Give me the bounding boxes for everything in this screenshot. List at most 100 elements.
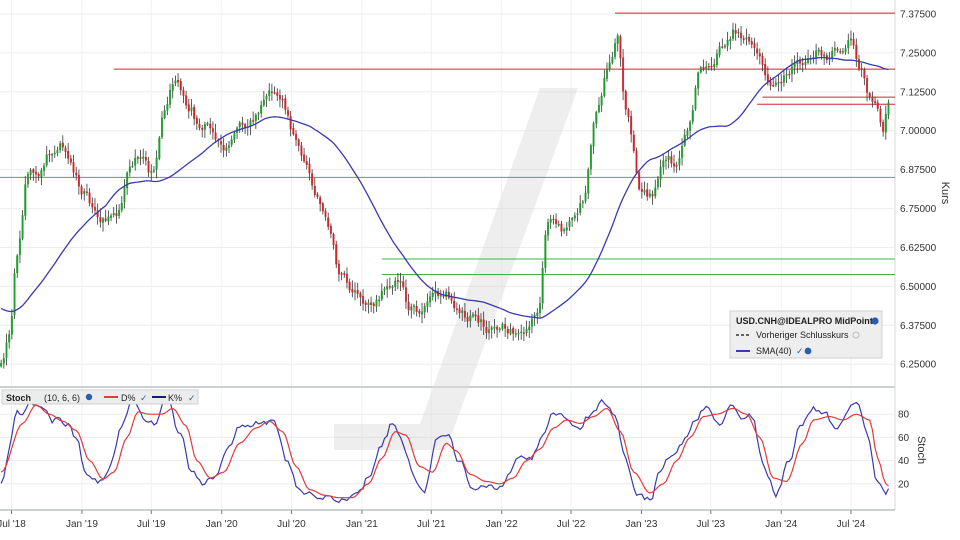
stoch-legend-d: D%	[121, 393, 136, 403]
candle-up	[225, 147, 228, 151]
candle-up	[544, 234, 547, 268]
candle-down	[855, 44, 858, 60]
check-icon[interactable]: ✓	[140, 393, 148, 403]
check-icon[interactable]: ✓	[188, 393, 196, 403]
candle-down	[788, 73, 791, 76]
globe-icon[interactable]	[85, 393, 93, 401]
candle-up	[166, 103, 169, 111]
legend-item-sma: SMA(40)	[756, 346, 792, 356]
candle-up	[469, 315, 472, 322]
candle-up	[817, 49, 820, 52]
candle-up	[161, 117, 163, 138]
candle-up	[0, 363, 3, 367]
candle-down	[67, 150, 70, 159]
candle-up	[490, 327, 493, 330]
candle-down	[99, 217, 102, 223]
candle-up	[426, 301, 429, 307]
candle-up	[887, 102, 890, 115]
candle-down	[721, 46, 724, 48]
candle-down	[866, 78, 869, 93]
stoch-tick-label: 80	[898, 410, 910, 421]
price-tick-label: 7.00000	[900, 126, 937, 137]
candle-down	[388, 286, 391, 288]
check-icon[interactable]: ✓	[796, 346, 804, 356]
candle-down	[753, 43, 756, 49]
candle-down	[332, 234, 335, 245]
candle-up	[539, 303, 541, 314]
candle-up	[745, 37, 748, 40]
stoch-legend-params: (10, 6, 6)	[44, 393, 80, 403]
globe-icon[interactable]	[871, 317, 879, 325]
candle-down	[362, 296, 365, 304]
candle-down	[284, 98, 287, 110]
time-tick-label: Jan '24	[765, 519, 797, 530]
candle-down	[321, 203, 324, 212]
candle-down	[77, 174, 80, 187]
time-tick-label: Jul '19	[137, 519, 166, 530]
candle-up	[514, 333, 517, 335]
candle-down	[278, 95, 281, 100]
candle-down	[270, 91, 273, 93]
candle-up	[51, 154, 54, 156]
candle-up	[699, 67, 702, 73]
candle-down	[710, 65, 713, 68]
candle-up	[128, 166, 131, 173]
globe-icon[interactable]	[804, 347, 812, 355]
candle-down	[187, 104, 190, 112]
candle-up	[375, 299, 378, 307]
candle-down	[222, 144, 225, 151]
candle-up	[2, 358, 5, 364]
candle-up	[737, 32, 740, 34]
candle-up	[844, 48, 847, 53]
candle-down	[640, 189, 643, 192]
candle-down	[876, 102, 879, 109]
candle-up	[782, 75, 785, 83]
candle-down	[198, 123, 201, 129]
stoch-legend-header: Stoch	[6, 393, 31, 403]
price-legend[interactable]: USD.CNH@IDEALPRO MidPoint Vorheriger Sch…	[729, 310, 883, 359]
candle-up	[383, 288, 386, 291]
candle-down	[758, 53, 761, 57]
candle-down	[512, 328, 515, 334]
candle-down	[316, 193, 319, 197]
candle-up	[158, 137, 161, 159]
candle-up	[498, 328, 501, 330]
candle-down	[72, 162, 75, 173]
candle-up	[480, 319, 482, 323]
candle-down	[372, 303, 375, 306]
candle-down	[858, 59, 860, 69]
candle-down	[93, 206, 96, 211]
candle-up	[169, 89, 172, 105]
candle-down	[839, 51, 842, 53]
candle-down	[638, 172, 641, 190]
candle-down	[75, 172, 78, 176]
candle-up	[656, 178, 659, 188]
price-tick-label: 6.87500	[900, 165, 937, 176]
candle-up	[203, 123, 206, 130]
candle-down	[466, 317, 469, 322]
candle-up	[107, 216, 110, 222]
time-tick-label: Jul '22	[557, 519, 586, 530]
candle-up	[785, 74, 788, 76]
candle-up	[386, 286, 389, 290]
candle-up	[461, 310, 464, 313]
candle-down	[402, 281, 405, 288]
stoch-legend[interactable]: Stoch (10, 6, 6) D% ✓ K% ✓	[1, 389, 199, 405]
candle-up	[399, 281, 402, 283]
candle-down	[219, 141, 222, 145]
candle-down	[91, 203, 94, 208]
candle-up	[694, 88, 697, 110]
candle-up	[659, 166, 662, 180]
candle-down	[351, 289, 354, 293]
candle-down	[179, 81, 182, 91]
candle-up	[603, 78, 606, 97]
candle-up	[541, 268, 544, 304]
candle-down	[144, 157, 147, 161]
candle-up	[726, 40, 729, 47]
candle-down	[404, 287, 407, 302]
time-tick-label: Jul '24	[837, 519, 866, 530]
candle-up	[678, 157, 681, 165]
candle-up	[238, 122, 241, 128]
candle-up	[884, 113, 887, 133]
candle-down	[370, 302, 373, 305]
